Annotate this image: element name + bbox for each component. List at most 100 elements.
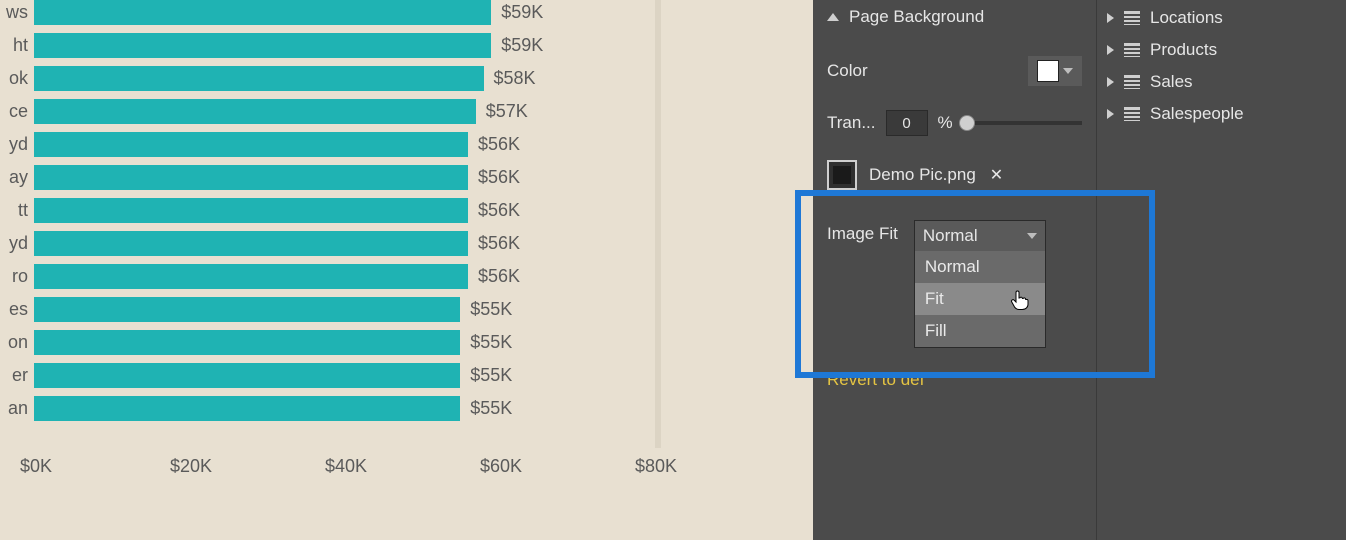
bar-category-label: tt <box>0 200 28 221</box>
bar[interactable] <box>34 33 491 58</box>
bar[interactable] <box>34 198 468 223</box>
bar-value-label: $56K <box>478 266 520 287</box>
fields-pane: Locations Products Sales Salespeople <box>1096 0 1346 540</box>
bar-value-label: $55K <box>470 332 512 353</box>
bar-value-label: $56K <box>478 233 520 254</box>
bar[interactable] <box>34 132 468 157</box>
color-picker[interactable] <box>1028 56 1082 86</box>
chevron-right-icon <box>1107 109 1114 119</box>
group-title: Page Background <box>849 7 984 27</box>
bar-chart: ws$59Kht$59Kok$58Kce$57Kyd$56Kay$56Ktt$5… <box>28 0 658 429</box>
slider-thumb[interactable] <box>959 115 975 131</box>
bar-value-label: $59K <box>501 35 543 56</box>
transparency-input[interactable]: 0 <box>886 110 928 136</box>
field-label: Products <box>1150 40 1217 60</box>
bar-category-label: yd <box>0 233 28 254</box>
bar[interactable] <box>34 396 460 421</box>
select-option[interactable]: Normal <box>915 251 1045 283</box>
bar-category-label: yd <box>0 134 28 155</box>
bar-row: ro$56K <box>28 264 658 289</box>
image-thumbnail[interactable] <box>827 160 857 190</box>
field-label: Sales <box>1150 72 1193 92</box>
chevron-down-icon <box>1027 233 1037 239</box>
bar-row: ay$56K <box>28 165 658 190</box>
bar-row: ok$58K <box>28 66 658 91</box>
color-label: Color <box>827 61 897 81</box>
image-fit-select[interactable]: Normal NormalFitFill <box>914 220 1046 348</box>
x-axis: $0K$20K$40K$60K$80K <box>30 456 680 486</box>
table-icon <box>1124 43 1140 57</box>
side-panels: Page Background Color Tran... 0 % Demo P… <box>813 0 1346 540</box>
select-option[interactable]: Fit <box>915 283 1045 315</box>
bar-category-label: er <box>0 365 28 386</box>
x-tick: $60K <box>480 456 522 477</box>
format-pane: Page Background Color Tran... 0 % Demo P… <box>813 0 1096 540</box>
bar[interactable] <box>34 363 460 388</box>
bar[interactable] <box>34 165 468 190</box>
bar-value-label: $59K <box>501 2 543 23</box>
bar-value-label: $56K <box>478 200 520 221</box>
bar[interactable] <box>34 99 476 124</box>
field-label: Salespeople <box>1150 104 1244 124</box>
chevron-down-icon <box>1063 68 1073 74</box>
bar-category-label: on <box>0 332 28 353</box>
remove-image-button[interactable]: ✕ <box>990 165 1003 185</box>
transparency-label: Tran... <box>827 113 876 133</box>
transparency-row: Tran... 0 % <box>827 110 1082 136</box>
bar-category-label: es <box>0 299 28 320</box>
bar-value-label: $56K <box>478 134 520 155</box>
revert-to-default-link[interactable]: Revert to def <box>827 370 1082 390</box>
bar-category-label: ro <box>0 266 28 287</box>
table-icon <box>1124 107 1140 121</box>
bar-category-label: ok <box>0 68 28 89</box>
transparency-slider[interactable] <box>967 121 1082 125</box>
bar-category-label: ws <box>0 2 28 23</box>
bar-value-label: $57K <box>486 101 528 122</box>
bar[interactable] <box>34 66 484 91</box>
field-item[interactable]: Salespeople <box>1107 98 1336 130</box>
x-tick: $40K <box>325 456 367 477</box>
field-item[interactable]: Products <box>1107 34 1336 66</box>
select-current[interactable]: Normal <box>915 221 1045 251</box>
bar-row: ht$59K <box>28 33 658 58</box>
chevron-right-icon <box>1107 77 1114 87</box>
bar-value-label: $55K <box>470 398 512 419</box>
select-option[interactable]: Fill <box>915 315 1045 347</box>
bar-row: es$55K <box>28 297 658 322</box>
bar-category-label: ht <box>0 35 28 56</box>
bar-category-label: an <box>0 398 28 419</box>
bar[interactable] <box>34 297 460 322</box>
bar-value-label: $55K <box>470 299 512 320</box>
report-canvas[interactable]: ws$59Kht$59Kok$58Kce$57Kyd$56Kay$56Ktt$5… <box>0 0 813 540</box>
field-item[interactable]: Sales <box>1107 66 1336 98</box>
bar-value-label: $58K <box>494 68 536 89</box>
color-row: Color <box>827 56 1082 86</box>
bar-row: yd$56K <box>28 231 658 256</box>
bar-row: ws$59K <box>28 0 658 25</box>
bar[interactable] <box>34 330 460 355</box>
bar-row: an$55K <box>28 396 658 421</box>
group-page-background[interactable]: Page Background <box>827 2 1082 32</box>
bar[interactable] <box>34 231 468 256</box>
x-tick: $0K <box>20 456 52 477</box>
field-item[interactable]: Locations <box>1107 2 1336 34</box>
image-filename: Demo Pic.png <box>869 165 976 185</box>
bar[interactable] <box>34 264 468 289</box>
select-current-text: Normal <box>923 226 978 246</box>
bar-category-label: ay <box>0 167 28 188</box>
cursor-hand-icon <box>1009 289 1029 316</box>
chevron-right-icon <box>1107 45 1114 55</box>
color-swatch <box>1037 60 1059 82</box>
bar-category-label: ce <box>0 101 28 122</box>
bar-row: er$55K <box>28 363 658 388</box>
x-tick: $20K <box>170 456 212 477</box>
x-tick: $80K <box>635 456 677 477</box>
bar[interactable] <box>34 0 491 25</box>
table-icon <box>1124 11 1140 25</box>
chevron-right-icon <box>1107 13 1114 23</box>
bar-row: on$55K <box>28 330 658 355</box>
image-fit-row: Image Fit Normal NormalFitFill <box>827 220 1082 348</box>
bar-value-label: $56K <box>478 167 520 188</box>
bar-row: ce$57K <box>28 99 658 124</box>
percent-sign: % <box>938 113 953 133</box>
